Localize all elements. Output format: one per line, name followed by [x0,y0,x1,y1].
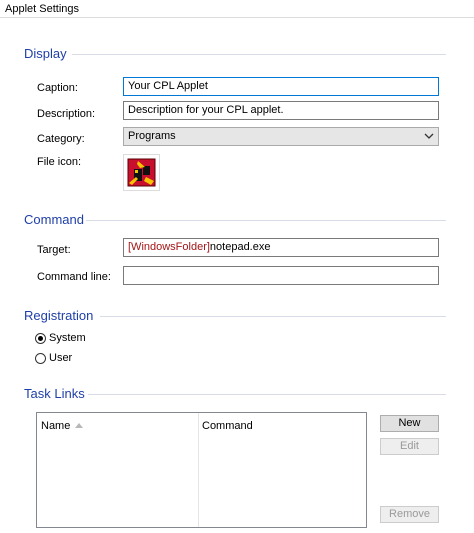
caption-input[interactable]: Your CPL Applet [123,77,439,96]
cpl-applet-icon [127,158,156,187]
radio-label: User [49,352,73,364]
section-divider [72,54,446,55]
target-label: Target: [37,244,71,256]
column-separator[interactable] [198,413,199,527]
category-selected-value: Programs [128,130,176,142]
category-label: Category: [37,133,85,145]
section-heading-task-links: Task Links [24,386,85,401]
section-divider [88,394,446,395]
radio-label: System [49,332,86,344]
radio-selected-dot [38,336,43,341]
sort-ascending-icon [75,423,83,428]
window-title: Applet Settings [5,3,79,15]
section-heading-registration: Registration [24,308,94,323]
command-line-label: Command line: [37,271,111,283]
description-input[interactable]: Description for your CPL applet. [123,101,439,120]
section-heading-command: Command [24,212,84,227]
file-icon-button[interactable] [123,154,160,191]
task-links-list[interactable]: Name Command [36,412,367,528]
new-task-link-button[interactable]: New [380,415,439,432]
chevron-down-icon [424,133,434,139]
command-line-input[interactable] [123,266,439,285]
target-filename: notepad.exe [209,241,271,253]
target-input[interactable]: [WindowsFolder]notepad.exe [123,238,439,257]
column-header-name[interactable]: Name [41,420,70,432]
file-icon-label: File icon: [37,156,82,168]
section-heading-display: Display [24,46,67,61]
section-divider [86,220,446,221]
description-label: Description: [37,108,96,120]
caption-label: Caption: [37,82,78,94]
section-divider [100,316,446,317]
radio-button[interactable] [35,333,46,344]
target-folder-token: [WindowsFolder] [128,241,210,253]
category-select[interactable]: Programs [123,127,439,146]
remove-task-link-button[interactable]: Remove [380,506,439,523]
column-header-command[interactable]: Command [202,420,253,432]
radio-button[interactable] [35,353,46,364]
title-bar: Applet Settings [0,0,474,18]
edit-task-link-button[interactable]: Edit [380,438,439,455]
